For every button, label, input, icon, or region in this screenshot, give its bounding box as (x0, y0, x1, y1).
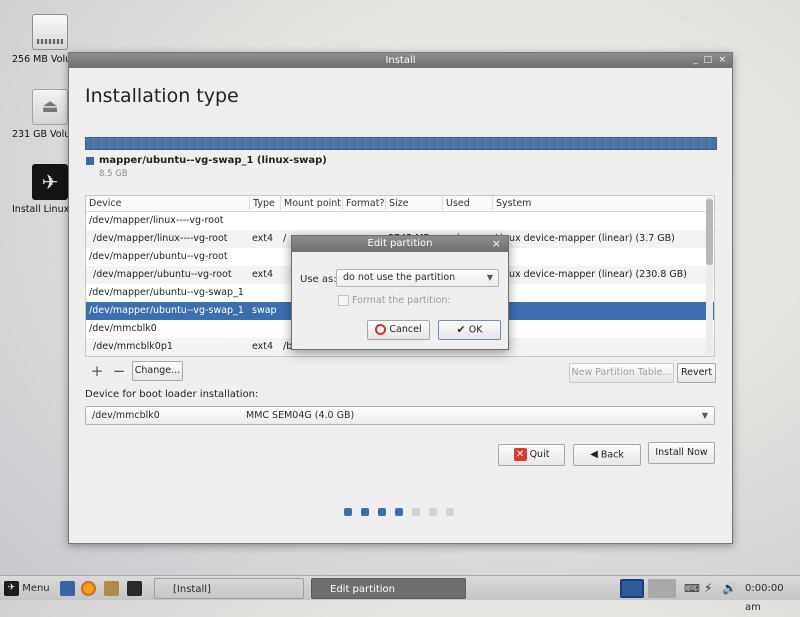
boot-loader-select[interactable]: /dev/mmcblk0 MMC SEM04G (4.0 GB) ▼ (85, 406, 715, 425)
quit-icon: ✕ (513, 448, 527, 461)
table-row[interactable]: /dev/mapper/linux----vg-root (86, 212, 714, 230)
cell-device: /dev/mapper/ubuntu--vg-root (93, 269, 232, 280)
page-title: Installation type (85, 85, 239, 107)
firefox-icon[interactable] (81, 581, 96, 596)
progress-dot (395, 508, 403, 516)
quit-label: Quit (529, 449, 550, 460)
format-label: Format the partition: (352, 295, 451, 306)
table-header: Device Type Mount point Format? Size Use… (86, 196, 714, 212)
cell-type: ext4 (252, 341, 274, 352)
ok-button[interactable]: ✔ OK (438, 320, 501, 340)
table-scrollbar[interactable] (706, 197, 713, 355)
chevron-down-icon: ▼ (486, 273, 493, 282)
column-header-used[interactable]: Used (443, 196, 493, 212)
dialog-close-button[interactable]: × (492, 236, 501, 252)
menu-label: Menu (22, 583, 50, 594)
ok-label: OK (468, 324, 483, 336)
workspace-1-icon[interactable] (620, 579, 644, 598)
menu-logo-icon: ✈ (4, 580, 19, 596)
keyboard-icon[interactable]: ⌨ (684, 579, 700, 598)
maximize-button[interactable]: □ (703, 53, 712, 68)
window-title: Install (385, 55, 416, 66)
cell-device: /dev/mapper/linux----vg-root (89, 215, 224, 226)
cell-device: /dev/mapper/linux----vg-root (93, 233, 228, 244)
arrow-left-icon: ◀ (590, 449, 598, 460)
new-partition-table-button[interactable]: New Partition Table... (569, 363, 674, 383)
cell-device: /dev/mapper/ubuntu--vg-swap_1 (89, 305, 244, 316)
progress-dot (429, 508, 437, 516)
cell-type: swap (252, 305, 277, 316)
minimize-button[interactable]: _ (694, 53, 699, 68)
column-header-type[interactable]: Type (250, 196, 281, 212)
column-header-system[interactable]: System (493, 196, 708, 212)
cell-system: Linux device-mapper (linear) (3.7 GB) (495, 233, 675, 244)
column-header-size[interactable]: Size (386, 196, 443, 212)
use-as-label: Use as: (300, 274, 337, 285)
cell-device: /dev/mmcblk0p1 (93, 341, 173, 352)
installer-icon: ✈ (32, 164, 68, 200)
partition-legend-name: mapper/ubuntu--vg-swap_1 (linux-swap) (99, 155, 327, 166)
cell-device: /dev/mapper/ubuntu--vg-swap_1 (89, 287, 244, 298)
drive-icon (32, 14, 68, 50)
cell-type: ext4 (252, 233, 274, 244)
progress-dot (344, 508, 352, 516)
file-manager-icon[interactable] (60, 581, 75, 596)
cancel-button[interactable]: Cancel (367, 320, 430, 340)
close-button[interactable]: × (718, 53, 726, 68)
task-label: Edit partition (330, 584, 395, 595)
workspace-2-icon[interactable] (648, 579, 676, 598)
checkmark-icon: ✔ (456, 323, 466, 336)
dialog-title: Edit partition (367, 238, 433, 249)
chevron-down-icon: ▼ (701, 411, 708, 420)
use-as-value: do not use the partition (343, 272, 456, 283)
format-checkbox[interactable] (338, 295, 349, 306)
task-label: [Install] (173, 584, 211, 595)
network-icon[interactable]: ⚡ (704, 579, 712, 598)
boot-loader-device: /dev/mmcblk0 (92, 410, 160, 421)
cell-mount: / (283, 233, 287, 244)
column-header-format[interactable]: Format? (343, 196, 386, 212)
use-as-select[interactable]: do not use the partition ▼ (336, 269, 499, 287)
install-now-button[interactable]: Install Now (648, 442, 715, 464)
clock[interactable]: 0:00:00 am (745, 579, 800, 613)
terminal-icon[interactable] (127, 581, 142, 596)
progress-dot (378, 508, 386, 516)
eject-drive-icon: ⏏ (32, 89, 68, 125)
partition-legend-swatch (86, 157, 94, 165)
volume-icon[interactable]: 🔊 (722, 579, 737, 598)
progress-dot (412, 508, 420, 516)
partition-legend-size: 8.5 GB (99, 169, 128, 179)
partition-bar (85, 137, 717, 150)
cell-type: ext4 (252, 269, 274, 280)
remove-partition-button[interactable]: − (111, 361, 127, 381)
change-partition-button[interactable]: Change... (132, 361, 183, 381)
format-checkbox-row[interactable]: Format the partition: (338, 295, 451, 306)
dialog-titlebar[interactable]: Edit partition × (292, 236, 508, 252)
cell-system: Linux device-mapper (linear) (230.8 GB) (495, 269, 687, 280)
taskbar-task-edit-partition[interactable]: Edit partition (311, 578, 466, 599)
progress-dot (446, 508, 454, 516)
cell-device: /dev/mapper/ubuntu--vg-root (89, 251, 228, 262)
window-titlebar[interactable]: Install _ □ × (69, 53, 732, 68)
taskbar-task-install[interactable]: [Install] (154, 578, 304, 599)
cancel-icon (375, 324, 387, 335)
revert-button[interactable]: Revert (677, 363, 716, 383)
menu-button[interactable]: ✈ Menu (4, 579, 50, 598)
quit-button[interactable]: ✕ Quit (498, 444, 565, 466)
cell-device: /dev/mmcblk0 (89, 323, 157, 334)
scrollbar-thumb[interactable] (706, 199, 713, 265)
progress-dot (361, 508, 369, 516)
back-button[interactable]: ◀ Back (573, 444, 641, 466)
boot-loader-label: Device for boot loader installation: (85, 389, 259, 400)
boot-loader-model: MMC SEM04G (4.0 GB) (246, 410, 355, 421)
cancel-label: Cancel (389, 324, 422, 335)
edit-partition-dialog: Edit partition × Use as: do not use the … (291, 235, 509, 350)
taskbar: ✈ Menu [Install] Edit partition ⌨ ⚡ 🔊 0:… (0, 575, 800, 613)
column-header-mount-point[interactable]: Mount point (281, 196, 343, 212)
add-partition-button[interactable]: + (89, 361, 105, 381)
column-header-device[interactable]: Device (86, 196, 250, 212)
home-folder-icon[interactable] (104, 581, 119, 596)
back-label: Back (600, 449, 624, 461)
